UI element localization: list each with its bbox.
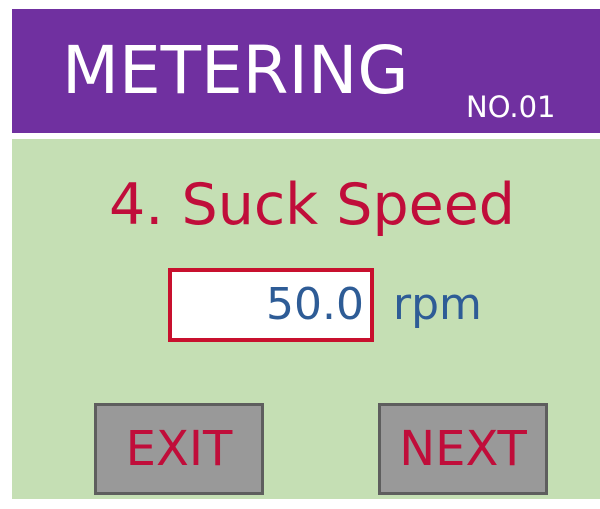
step-title: 4. Suck Speed bbox=[109, 172, 515, 238]
unit-label: rpm bbox=[393, 279, 482, 330]
header-bar: METERING NO.01 bbox=[12, 9, 600, 133]
hmi-screen: METERING NO.01 4. Suck Speed 50.0 rpm EX… bbox=[12, 9, 600, 499]
suck-speed-input[interactable]: 50.0 bbox=[168, 268, 374, 342]
settings-panel: 4. Suck Speed 50.0 rpm EXIT NEXT bbox=[12, 139, 600, 499]
machine-number: NO.01 bbox=[466, 90, 556, 124]
next-button[interactable]: NEXT bbox=[378, 403, 548, 495]
exit-button[interactable]: EXIT bbox=[94, 403, 264, 495]
page-title: METERING bbox=[62, 32, 409, 109]
